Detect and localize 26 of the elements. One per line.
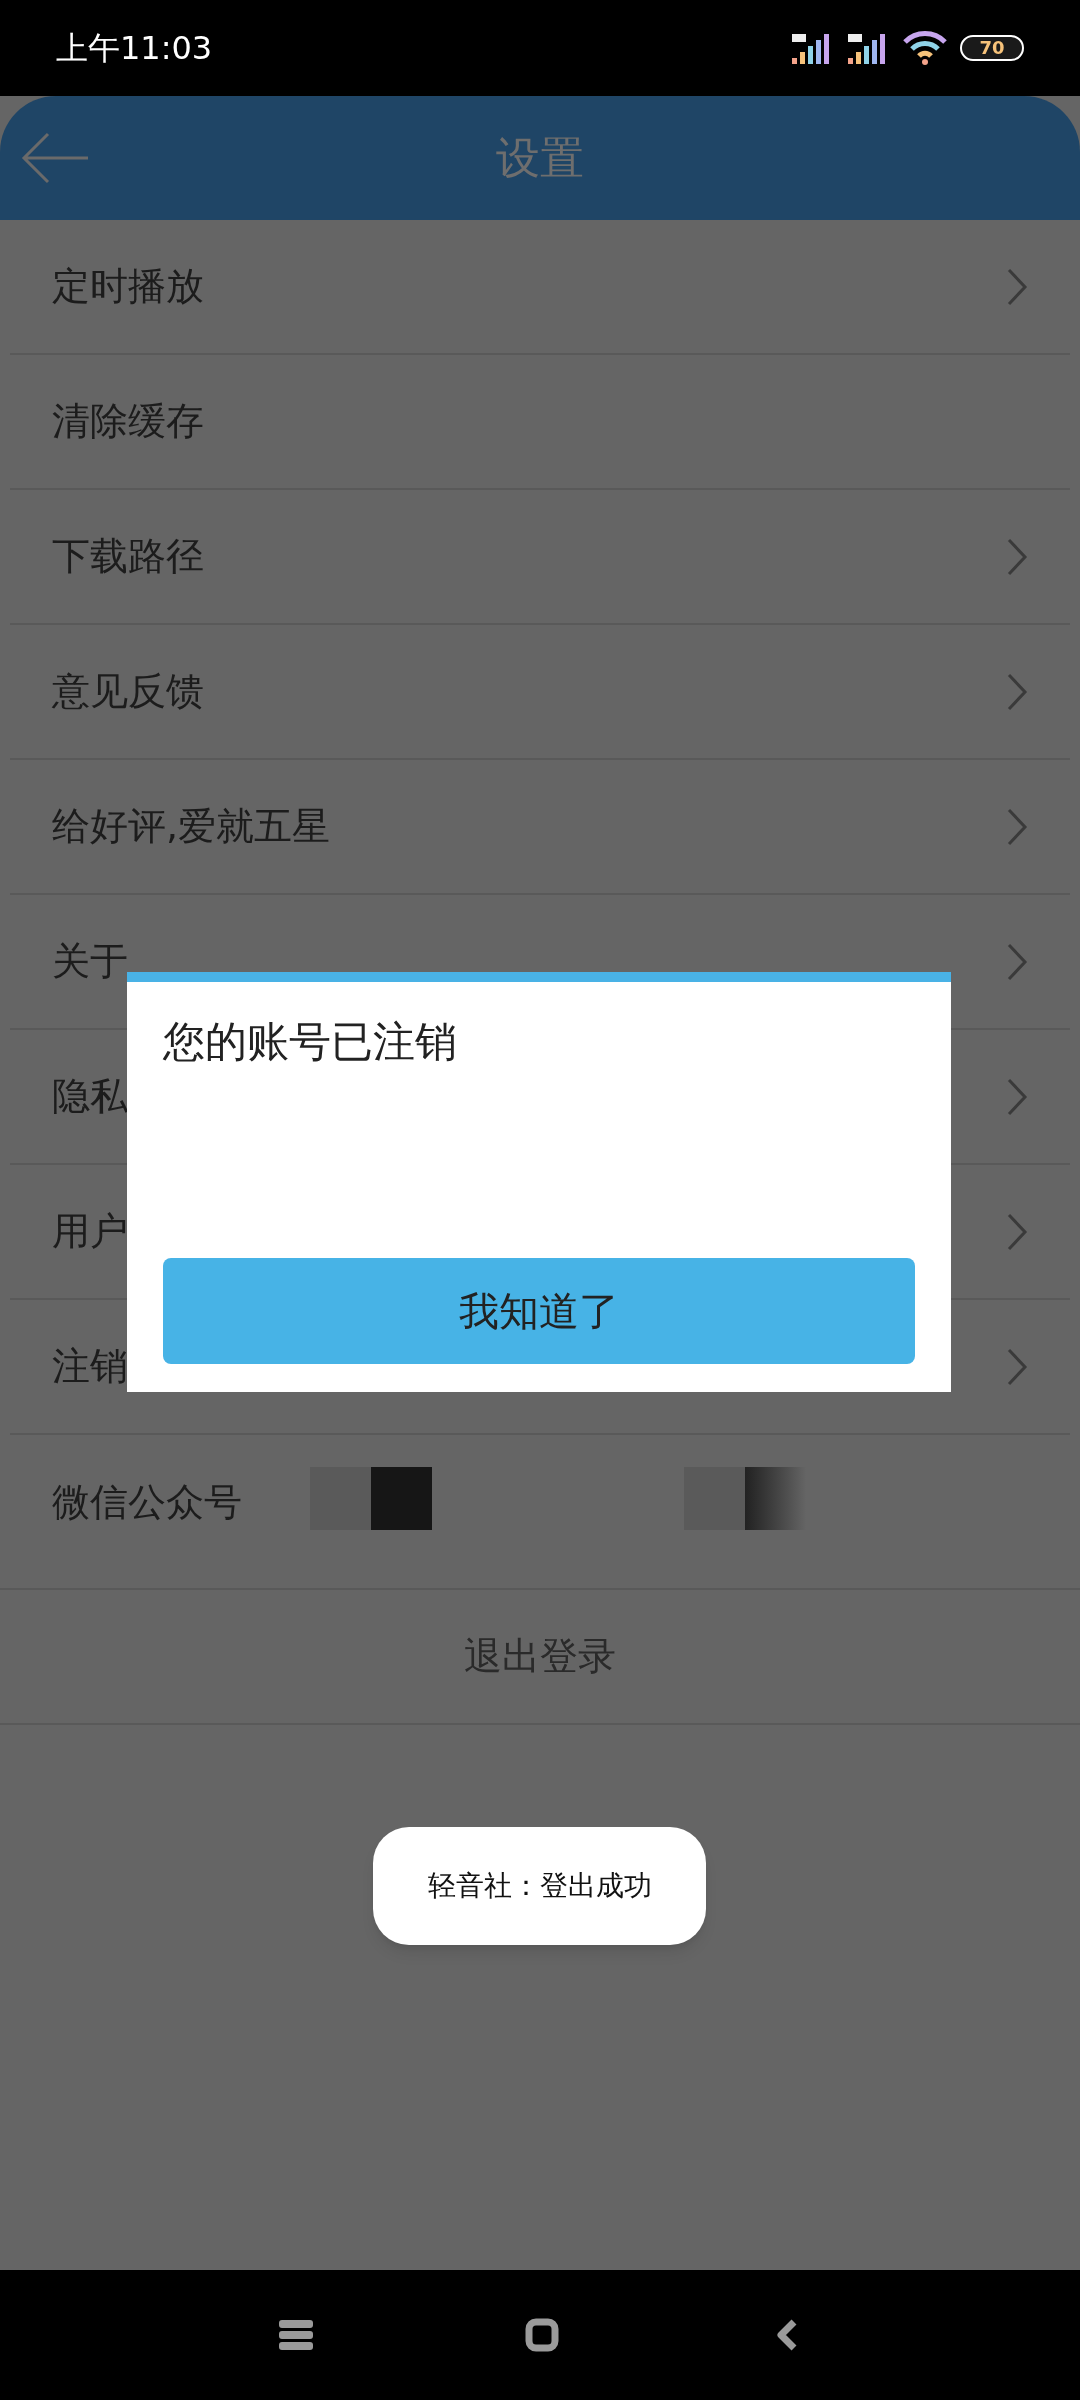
battery-level: 70 <box>979 39 1005 57</box>
settings-label: 意见反馈 <box>52 668 204 715</box>
settings-label: 关于 <box>52 938 128 985</box>
settings-row[interactable]: 意见反馈 <box>10 625 1070 760</box>
settings-label: 微信公众号 <box>52 1479 242 1526</box>
settings-row[interactable]: 给好评,爱就五星 <box>10 760 1070 895</box>
settings-label: 用户 <box>52 1208 128 1255</box>
settings-row[interactable]: 微信公众号 <box>10 1435 1070 1570</box>
settings-row[interactable]: 定时播放 <box>10 220 1070 355</box>
settings-label: 下载路径 <box>52 533 204 580</box>
status-time: 上午11:03 <box>56 28 213 69</box>
settings-row[interactable]: 清除缓存 <box>10 355 1070 490</box>
settings-label: 清除缓存 <box>52 398 204 445</box>
settings-label: 给好评,爱就五星 <box>52 803 331 850</box>
logout-button[interactable]: 退出登录 <box>0 1590 1080 1725</box>
home-icon[interactable] <box>525 2318 559 2352</box>
settings-row[interactable]: 下载路径 <box>10 490 1070 625</box>
page-title: 设置 <box>496 131 584 185</box>
toast-message: 轻音社：登出成功 <box>427 1868 652 1904</box>
settings-label: 隐私 <box>52 1073 128 1120</box>
settings-label: 注销 <box>52 1343 128 1390</box>
wifi-icon <box>902 30 948 66</box>
back-icon[interactable] <box>775 2318 799 2352</box>
settings-label: 定时播放 <box>52 263 204 310</box>
acknowledge-button[interactable]: 我知道了 <box>163 1258 915 1364</box>
menu-icon[interactable] <box>279 2320 313 2350</box>
